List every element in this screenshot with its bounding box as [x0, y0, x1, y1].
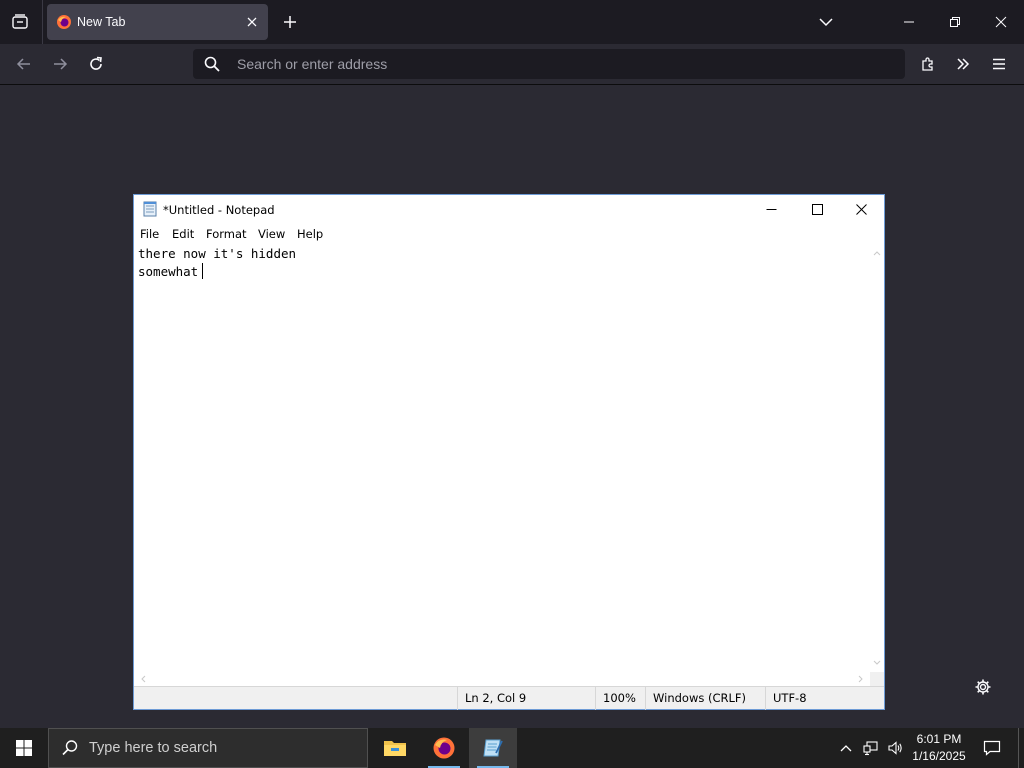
text-line: somewhat — [138, 264, 199, 279]
chevron-right-icon — [858, 675, 863, 683]
restore-icon — [950, 17, 960, 27]
taskbar-notepad[interactable] — [469, 728, 517, 768]
menu-edit[interactable]: Edit — [172, 227, 194, 241]
notepad-maximize-button[interactable] — [794, 195, 840, 224]
puzzle-icon — [922, 57, 933, 71]
text-line: there now it's hidden — [138, 246, 297, 261]
arrow-right-icon — [54, 58, 68, 70]
vertical-scrollbar[interactable] — [870, 244, 884, 672]
search-icon — [62, 740, 78, 756]
notepad-window[interactable]: *Untitled - Notepad File Edit Format Vie… — [133, 194, 885, 710]
text-caret — [202, 263, 203, 279]
search-placeholder: Type here to search — [89, 740, 218, 756]
close-window-button[interactable] — [978, 0, 1024, 44]
navigation-toolbar — [0, 44, 1024, 85]
close-icon — [855, 204, 867, 215]
more-tools-button[interactable] — [947, 48, 979, 80]
chevron-down-icon — [873, 660, 881, 665]
status-zoom: 100% — [595, 687, 645, 710]
search-icon — [204, 56, 220, 72]
address-bar[interactable] — [193, 49, 905, 79]
tab-separator — [42, 0, 43, 44]
network-button[interactable] — [860, 728, 882, 768]
scroll-down-arrow[interactable] — [871, 657, 883, 669]
horizontal-scrollbar[interactable] — [134, 672, 870, 686]
notepad-title: *Untitled - Notepad — [163, 203, 275, 217]
status-bar: Ln 2, Col 9 100% Windows (CRLF) UTF-8 — [134, 686, 884, 710]
scroll-left-arrow[interactable] — [137, 673, 149, 685]
back-button[interactable] — [8, 48, 40, 80]
hamburger-menu-icon — [993, 58, 1005, 70]
taskbar-file-explorer[interactable] — [371, 728, 419, 768]
close-icon — [995, 16, 1007, 28]
tab-close-button[interactable] — [242, 12, 262, 32]
chevron-up-icon — [840, 745, 852, 752]
reload-icon — [90, 56, 102, 70]
taskbar-firefox[interactable] — [420, 728, 468, 768]
notepad-menubar: File Edit Format View Help — [134, 224, 884, 244]
tab-title: New Tab — [77, 15, 126, 29]
restore-button[interactable] — [932, 0, 978, 44]
menu-format[interactable]: Format — [206, 227, 247, 241]
clock-date: 1/16/2025 — [912, 749, 966, 763]
arrow-left-icon — [16, 58, 30, 70]
app-menu-button[interactable] — [983, 48, 1015, 80]
status-encoding: UTF-8 — [765, 687, 884, 710]
forward-button[interactable] — [44, 48, 76, 80]
notepad-icon — [483, 739, 503, 757]
menu-help[interactable]: Help — [297, 227, 323, 241]
firefox-view-icon — [12, 14, 28, 29]
scrollbar-corner — [870, 672, 884, 686]
clock-time: 6:01 PM — [916, 732, 962, 746]
text-editor[interactable]: there now it's hidden somewhat — [134, 244, 870, 672]
firefox-logo-icon — [57, 15, 71, 29]
notepad-icon — [143, 201, 157, 217]
tab-strip: New Tab — [0, 0, 1024, 44]
taskbar: Type here to search 6:01 PM 1/16/2025 — [0, 728, 1024, 768]
list-all-tabs-button[interactable] — [812, 8, 840, 36]
address-input[interactable] — [237, 49, 887, 79]
menu-file[interactable]: File — [140, 227, 159, 241]
message-icon — [983, 740, 1001, 756]
start-button[interactable] — [0, 728, 48, 768]
notepad-close-button[interactable] — [838, 195, 884, 224]
chevron-left-icon — [141, 675, 146, 683]
minimize-icon — [766, 209, 776, 210]
scroll-right-arrow[interactable] — [855, 673, 867, 685]
network-icon — [863, 741, 878, 756]
show-desktop-button[interactable] — [1018, 728, 1024, 768]
firefox-view-button[interactable] — [4, 6, 36, 38]
tab-new-tab[interactable]: New Tab — [47, 4, 268, 40]
taskbar-search-box[interactable]: Type here to search — [48, 728, 368, 768]
customize-new-tab-button[interactable] — [970, 674, 996, 700]
status-cursor-position: Ln 2, Col 9 — [457, 687, 595, 710]
chevron-down-icon — [819, 18, 833, 27]
new-tab-button[interactable] — [276, 8, 304, 36]
folder-icon — [384, 741, 406, 756]
notepad-titlebar[interactable]: *Untitled - Notepad — [134, 195, 884, 224]
close-icon — [247, 17, 257, 27]
scroll-up-arrow[interactable] — [871, 247, 883, 259]
volume-button[interactable] — [884, 728, 906, 768]
reload-button[interactable] — [80, 48, 112, 80]
windows-logo-icon — [16, 740, 32, 756]
extensions-button[interactable] — [912, 48, 944, 80]
minimize-button[interactable] — [886, 0, 932, 44]
speaker-icon — [888, 741, 902, 755]
maximize-icon — [811, 204, 823, 215]
show-hidden-icons-button[interactable] — [836, 728, 856, 768]
status-line-ending: Windows (CRLF) — [645, 687, 765, 710]
firefox-logo-icon — [433, 737, 455, 759]
gear-icon — [975, 679, 991, 695]
minimize-icon — [904, 21, 914, 23]
notepad-minimize-button[interactable] — [748, 195, 794, 224]
taskbar-clock[interactable]: 6:01 PM 1/16/2025 — [906, 731, 972, 765]
chevron-up-icon — [873, 251, 881, 256]
menu-view[interactable]: View — [258, 227, 285, 241]
notification-center-button[interactable] — [975, 728, 1009, 768]
double-chevron-right-icon — [957, 58, 970, 70]
plus-icon — [284, 16, 296, 28]
